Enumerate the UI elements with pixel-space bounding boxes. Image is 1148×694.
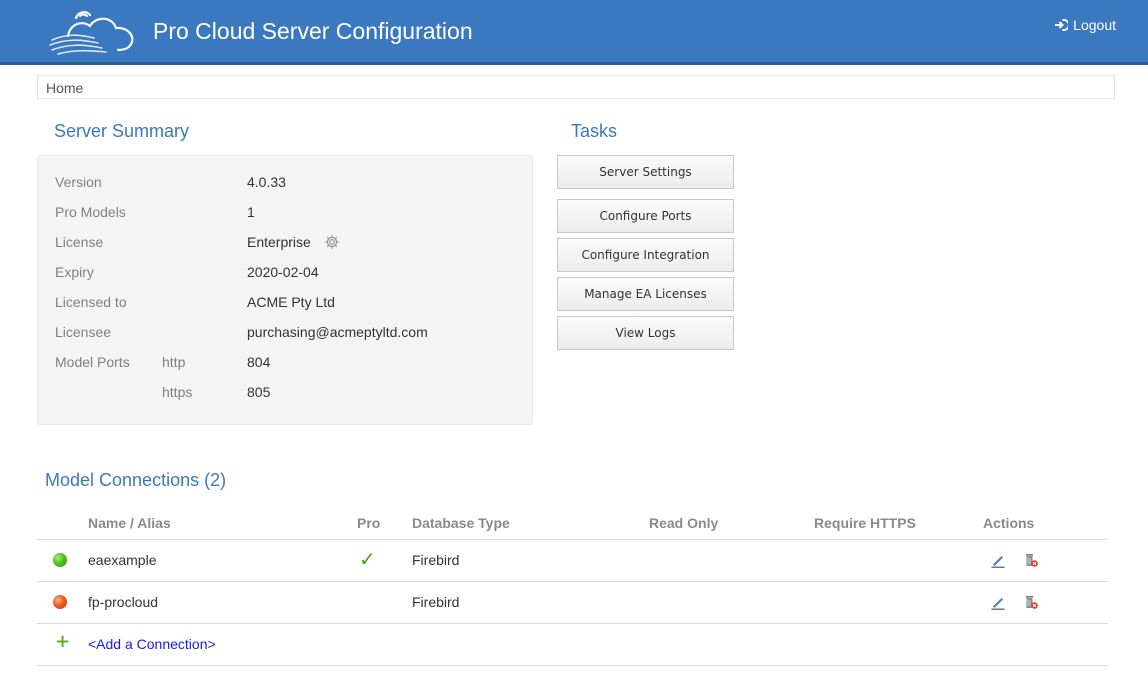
column-header-read-only: Read Only xyxy=(649,515,719,531)
summary-value: 1 xyxy=(247,204,255,220)
summary-value: 2020-02-04 xyxy=(247,264,319,280)
table-row: fp-procloud Firebird xyxy=(37,581,1108,624)
summary-value: ACME Pty Ltd xyxy=(247,294,335,310)
edit-pencil-icon[interactable] xyxy=(990,594,1006,610)
logout-link[interactable]: Logout xyxy=(1054,17,1116,33)
manage-ea-licenses-button[interactable]: Manage EA Licenses xyxy=(557,277,734,311)
port-protocol-label: http xyxy=(162,354,186,370)
summary-label: License xyxy=(55,234,104,250)
edit-pencil-icon[interactable] xyxy=(990,552,1006,568)
database-type: Firebird xyxy=(412,594,460,610)
add-connection-row: + <Add a Connection> xyxy=(37,623,1108,666)
model-connections-title: Model Connections (2) xyxy=(45,470,227,490)
summary-label: Pro Models xyxy=(55,204,126,220)
server-summary-title: Server Summary xyxy=(54,121,190,141)
connection-name: fp-procloud xyxy=(88,594,159,610)
add-connection-link[interactable]: <Add a Connection> xyxy=(88,636,216,652)
column-header-actions: Actions xyxy=(983,515,1035,531)
port-value: 805 xyxy=(247,384,271,400)
summary-label: Model Ports xyxy=(55,354,130,370)
column-header-require-https: Require HTTPS xyxy=(814,515,916,531)
summary-row-model-ports-https: https 805 xyxy=(38,384,532,414)
pro-checkmark-icon: ✓ xyxy=(359,547,376,571)
breadcrumb: Home xyxy=(37,75,1115,99)
summary-row-pro-models: Pro Models 1 xyxy=(38,204,532,234)
status-online-icon xyxy=(53,553,67,567)
cloud-logo-icon xyxy=(49,11,134,55)
top-header-bar: Pro Cloud Server Configuration Logout xyxy=(0,0,1148,65)
column-header-name: Name / Alias xyxy=(88,515,171,531)
configure-ports-button[interactable]: Configure Ports xyxy=(557,199,734,233)
port-value: 804 xyxy=(247,354,271,370)
summary-row-model-ports-http: Model Ports http 804 xyxy=(38,354,532,384)
summary-row-licensed-to: Licensed to ACME Pty Ltd xyxy=(38,294,532,324)
logout-label: Logout xyxy=(1073,17,1116,33)
delete-trash-icon[interactable] xyxy=(1023,552,1039,568)
connection-name: eaexample xyxy=(88,552,157,568)
summary-label: Version xyxy=(55,174,102,190)
port-protocol-label: https xyxy=(162,384,193,400)
database-type: Firebird xyxy=(412,552,460,568)
connections-table-header: Name / Alias Pro Database Type Read Only… xyxy=(37,509,1108,540)
summary-value: 4.0.33 xyxy=(247,174,286,190)
tasks-title: Tasks xyxy=(571,121,618,141)
delete-trash-icon[interactable] xyxy=(1023,594,1039,610)
summary-label: Licensee xyxy=(55,324,112,340)
column-header-pro: Pro xyxy=(357,515,381,531)
license-value: Enterprise xyxy=(247,234,311,250)
summary-row-expiry: Expiry 2020-02-04 xyxy=(38,264,532,294)
gear-icon[interactable] xyxy=(324,234,340,250)
summary-row-license: License Enterprise xyxy=(38,234,532,264)
server-settings-button[interactable]: Server Settings xyxy=(557,155,734,189)
summary-value: purchasing@acmeptyltd.com xyxy=(247,324,428,340)
breadcrumb-home[interactable]: Home xyxy=(46,80,83,96)
summary-label: Expiry xyxy=(55,264,94,280)
server-summary-panel: Version 4.0.33 Pro Models 1 License Ente… xyxy=(37,155,533,425)
view-logs-button[interactable]: View Logs xyxy=(557,316,734,350)
logout-arrow-icon xyxy=(1055,19,1069,31)
status-offline-icon xyxy=(53,595,67,609)
summary-label: Licensed to xyxy=(55,294,127,310)
app-title: Pro Cloud Server Configuration xyxy=(153,18,473,44)
add-plus-icon[interactable]: + xyxy=(55,631,70,652)
column-header-database-type: Database Type xyxy=(412,515,510,531)
table-row: eaexample ✓ Firebird xyxy=(37,539,1108,582)
summary-row-licensee: Licensee purchasing@acmeptyltd.com xyxy=(38,324,532,354)
configure-integration-button[interactable]: Configure Integration xyxy=(557,238,734,272)
summary-row-version: Version 4.0.33 xyxy=(38,174,532,204)
summary-value-license: Enterprise xyxy=(247,234,340,250)
